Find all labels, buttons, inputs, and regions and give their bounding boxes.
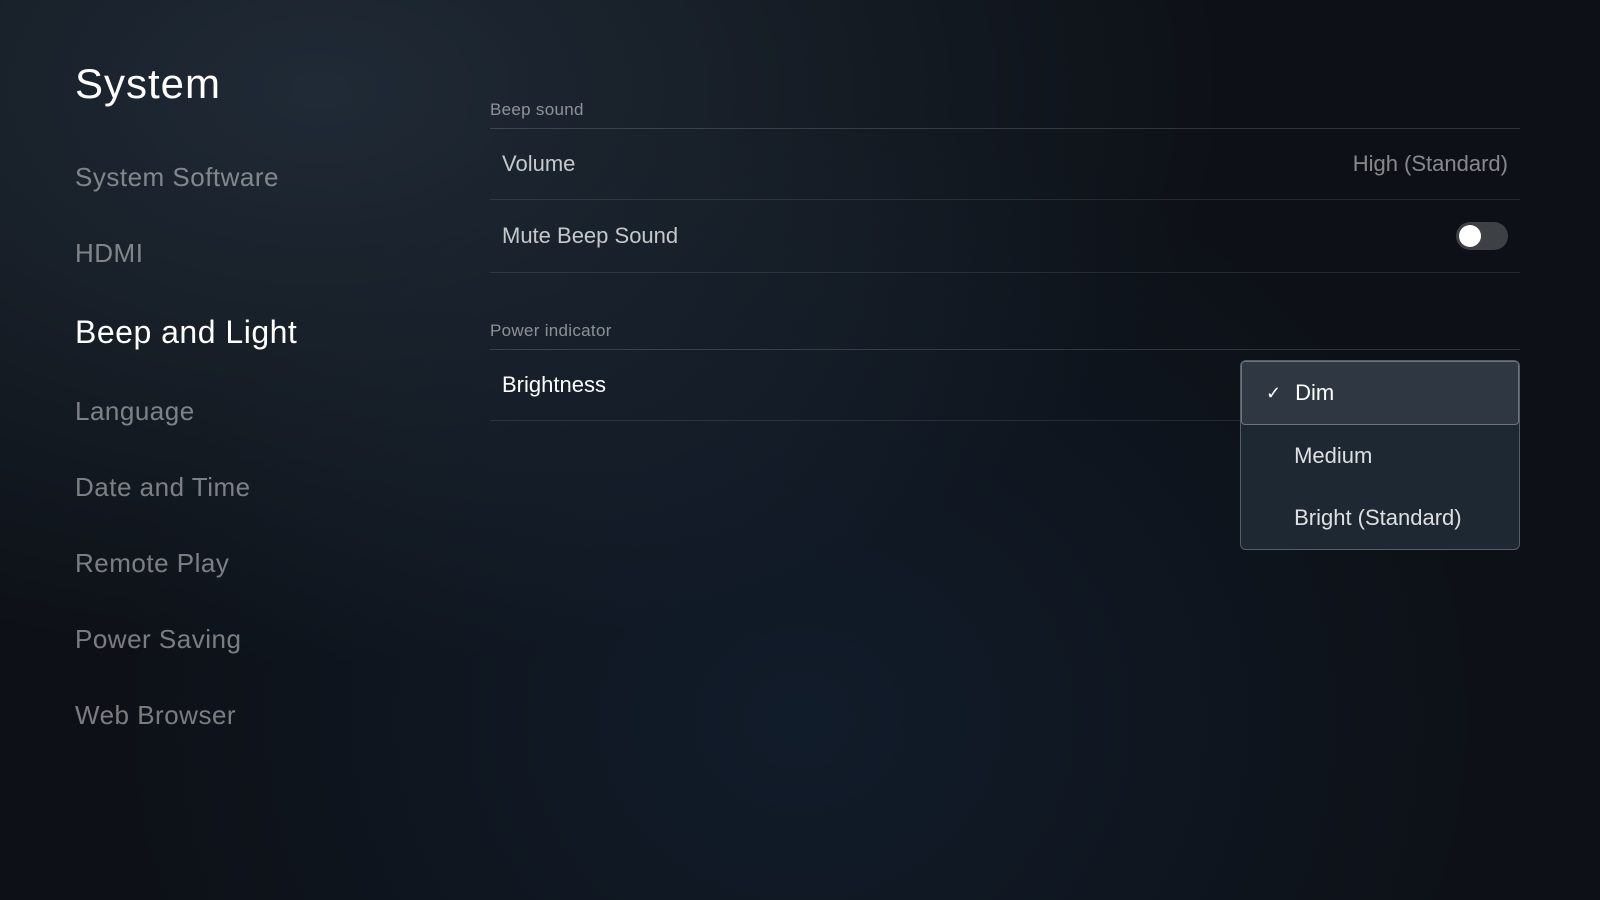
sidebar-item-web-browser[interactable]: Web Browser bbox=[75, 678, 455, 754]
sidebar-item-language[interactable]: Language bbox=[75, 374, 455, 450]
dropdown-item-bright[interactable]: ✓Bright (Standard) bbox=[1241, 487, 1519, 549]
sidebar-item-beep-and-light[interactable]: Beep and Light bbox=[75, 292, 455, 374]
mute-beep-label: Mute Beep Sound bbox=[502, 223, 678, 249]
sidebar-item-system-software[interactable]: System Software bbox=[75, 140, 455, 216]
power-indicator-section: Power indicator Brightness ✓Dim✓Medium✓B… bbox=[490, 321, 1520, 421]
volume-value: High (Standard) bbox=[1353, 151, 1508, 177]
dropdown-option-label-dim: Dim bbox=[1295, 380, 1334, 406]
sidebar-item-hdmi[interactable]: HDMI bbox=[75, 216, 455, 292]
power-indicator-card: Brightness ✓Dim✓Medium✓Bright (Standard) bbox=[490, 349, 1520, 421]
dropdown-option-label-bright: Bright (Standard) bbox=[1294, 505, 1462, 531]
dropdown-item-dim[interactable]: ✓ Dim bbox=[1241, 361, 1519, 425]
power-indicator-section-label: Power indicator bbox=[490, 321, 1520, 341]
sidebar-item-remote-play[interactable]: Remote Play bbox=[75, 526, 455, 602]
volume-label: Volume bbox=[502, 151, 575, 177]
brightness-dropdown[interactable]: ✓ Dim ✓Medium✓Bright (Standard) bbox=[1240, 360, 1520, 550]
page-title: System bbox=[75, 60, 221, 108]
brightness-label: Brightness bbox=[502, 372, 606, 398]
sidebar: System SoftwareHDMIBeep and LightLanguag… bbox=[75, 140, 455, 754]
brightness-row[interactable]: Brightness ✓Dim✓Medium✓Bright (Standard) bbox=[490, 350, 1520, 421]
main-content: Beep sound Volume High (Standard) Mute B… bbox=[490, 100, 1520, 421]
mute-beep-row[interactable]: Mute Beep Sound bbox=[490, 200, 1520, 273]
dropdown-option-label-medium: Medium bbox=[1294, 443, 1372, 469]
volume-row[interactable]: Volume High (Standard) bbox=[490, 129, 1520, 200]
beep-sound-section-label: Beep sound bbox=[490, 100, 1520, 120]
sidebar-item-date-and-time[interactable]: Date and Time bbox=[75, 450, 455, 526]
beep-sound-section: Beep sound Volume High (Standard) Mute B… bbox=[490, 100, 1520, 273]
toggle-knob bbox=[1459, 225, 1481, 247]
beep-sound-card: Volume High (Standard) Mute Beep Sound bbox=[490, 128, 1520, 273]
sidebar-item-power-saving[interactable]: Power Saving bbox=[75, 602, 455, 678]
mute-beep-toggle[interactable] bbox=[1456, 222, 1508, 250]
check-icon-dim: ✓ bbox=[1266, 383, 1281, 404]
dropdown-item-medium[interactable]: ✓Medium bbox=[1241, 425, 1519, 487]
section-spacer bbox=[490, 273, 1520, 321]
